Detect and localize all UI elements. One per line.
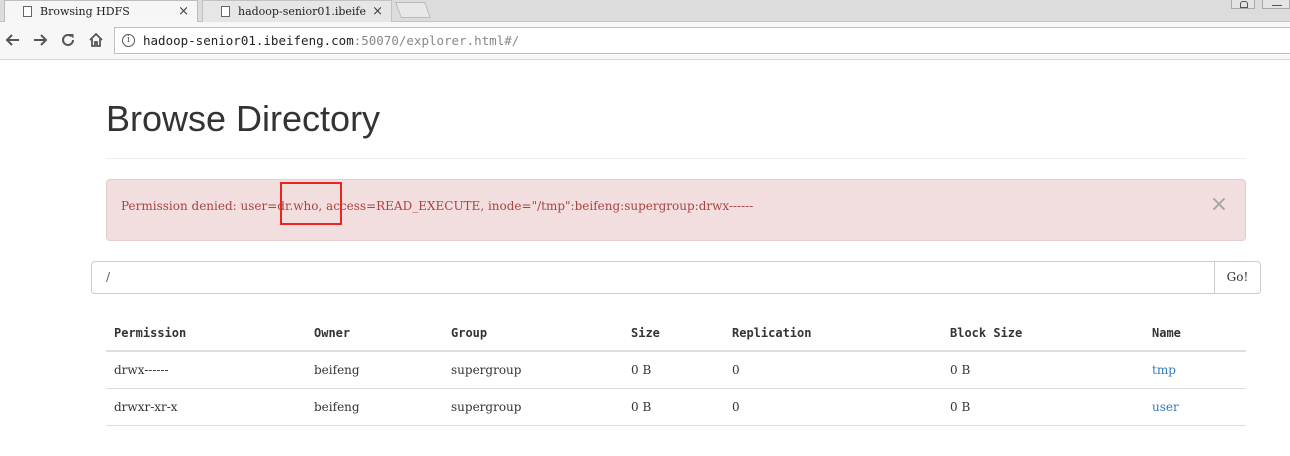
- cell-block-size: 0 B: [950, 400, 971, 414]
- table-header-row: Permission Owner Group Size Replication …: [106, 315, 1246, 352]
- cell-size: 0 B: [631, 400, 652, 414]
- cell-size: 0 B: [631, 363, 652, 377]
- header-replication[interactable]: Replication: [732, 315, 811, 352]
- page-icon: [221, 6, 230, 17]
- go-button[interactable]: Go!: [1214, 261, 1261, 294]
- cell-permission: drwxr-xr-x: [114, 400, 178, 414]
- tab-hadoop-senior01[interactable]: hadoop-senior01.ibeife ×: [202, 0, 392, 22]
- url-path: :50070/explorer.html#/: [353, 33, 520, 48]
- cell-replication: 0: [732, 400, 740, 414]
- cell-block-size: 0 B: [950, 363, 971, 377]
- cell-permission: drwx------: [114, 363, 169, 377]
- error-alert: Permission denied: user=dr.who, access=R…: [106, 179, 1246, 241]
- close-icon[interactable]: ×: [178, 4, 189, 19]
- cell-owner: beifeng: [314, 363, 360, 377]
- header-block-size[interactable]: Block Size: [950, 315, 1022, 352]
- cell-group: supergroup: [451, 400, 522, 414]
- header-group[interactable]: Group: [451, 315, 487, 352]
- header-permission[interactable]: Permission: [114, 315, 186, 352]
- header-owner[interactable]: Owner: [314, 315, 350, 352]
- new-tab-button[interactable]: [395, 2, 431, 18]
- home-icon[interactable]: [86, 30, 106, 50]
- info-icon[interactable]: i: [122, 34, 135, 47]
- forward-icon[interactable]: [30, 30, 50, 50]
- table-row: drwxr-xr-x beifeng supergroup 0 B 0 0 B …: [106, 389, 1246, 426]
- tab-browsing-hdfs[interactable]: Browsing HDFS ×: [4, 0, 198, 22]
- address-bar[interactable]: i hadoop-senior01.ibeifeng.com:50070/exp…: [114, 27, 1290, 54]
- back-icon[interactable]: [3, 30, 23, 50]
- close-icon[interactable]: ×: [372, 4, 383, 19]
- directory-table: Permission Owner Group Size Replication …: [106, 315, 1246, 426]
- tab-strip: Browsing HDFS × hadoop-senior01.ibeife ×: [0, 0, 1290, 22]
- tab-label: Browsing HDFS: [40, 5, 130, 18]
- page-icon: [23, 6, 32, 17]
- browser-toolbar: i hadoop-senior01.ibeifeng.com:50070/exp…: [0, 22, 1290, 60]
- profile-button[interactable]: [1231, 0, 1255, 9]
- cell-group: supergroup: [451, 363, 522, 377]
- cell-owner: beifeng: [314, 400, 360, 414]
- close-icon[interactable]: ×: [1209, 192, 1229, 218]
- directory-link-tmp[interactable]: tmp: [1152, 352, 1176, 389]
- cell-replication: 0: [732, 363, 740, 377]
- url-host: hadoop-senior01.ibeifeng.com: [143, 33, 354, 48]
- minimize-button[interactable]: [1262, 0, 1290, 9]
- directory-input[interactable]: /: [91, 261, 1215, 294]
- divider: [106, 158, 1246, 159]
- header-name[interactable]: Name: [1152, 315, 1181, 352]
- directory-link-user[interactable]: user: [1152, 389, 1179, 426]
- tab-label: hadoop-senior01.ibeife: [238, 5, 366, 18]
- header-size[interactable]: Size: [631, 315, 660, 352]
- alert-message: Permission denied: user=dr.who, access=R…: [121, 199, 754, 213]
- table-row: drwx------ beifeng supergroup 0 B 0 0 B …: [106, 352, 1246, 389]
- reload-icon[interactable]: [58, 30, 78, 50]
- highlight-annotation: [280, 182, 342, 225]
- page-title: Browse Directory: [106, 98, 381, 139]
